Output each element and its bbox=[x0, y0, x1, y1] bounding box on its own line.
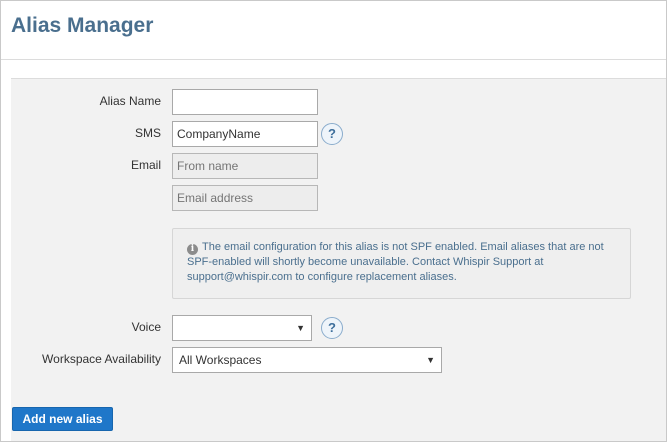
sms-help-icon[interactable]: ? bbox=[321, 123, 343, 145]
voice-help-icon[interactable]: ? bbox=[321, 317, 343, 339]
sms-input[interactable] bbox=[172, 121, 318, 147]
alias-manager-window: Alias Manager Alias Name SMS ? Email iTh… bbox=[0, 0, 667, 442]
workspace-select[interactable]: All Workspaces ▼ bbox=[172, 347, 442, 373]
spf-notice-text: The email configuration for this alias i… bbox=[187, 241, 604, 283]
email-from-name-input[interactable] bbox=[172, 153, 318, 179]
add-new-alias-button[interactable]: Add new alias bbox=[12, 407, 113, 431]
alias-name-input[interactable] bbox=[172, 89, 318, 115]
page-header: Alias Manager bbox=[1, 1, 666, 60]
alias-form: Alias Name SMS ? Email iThe email config… bbox=[11, 78, 666, 441]
alias-name-label: Alias Name bbox=[99, 94, 161, 108]
voice-select[interactable]: ▼ bbox=[172, 315, 312, 341]
email-label: Email bbox=[130, 158, 161, 172]
page-title: Alias Manager bbox=[11, 14, 154, 37]
spf-notice: i The email configuration for this alias … bbox=[172, 228, 631, 299]
chevron-down-icon: ▼ bbox=[426, 355, 435, 365]
sms-label: SMS bbox=[134, 126, 161, 140]
workspace-label: Workspace Availability bbox=[42, 352, 161, 366]
workspace-selected-value: All Workspaces bbox=[179, 353, 262, 367]
chevron-down-icon: ▼ bbox=[296, 323, 305, 333]
email-address-input[interactable] bbox=[172, 185, 318, 211]
voice-label: Voice bbox=[131, 320, 161, 334]
info-icon: i bbox=[187, 244, 198, 255]
